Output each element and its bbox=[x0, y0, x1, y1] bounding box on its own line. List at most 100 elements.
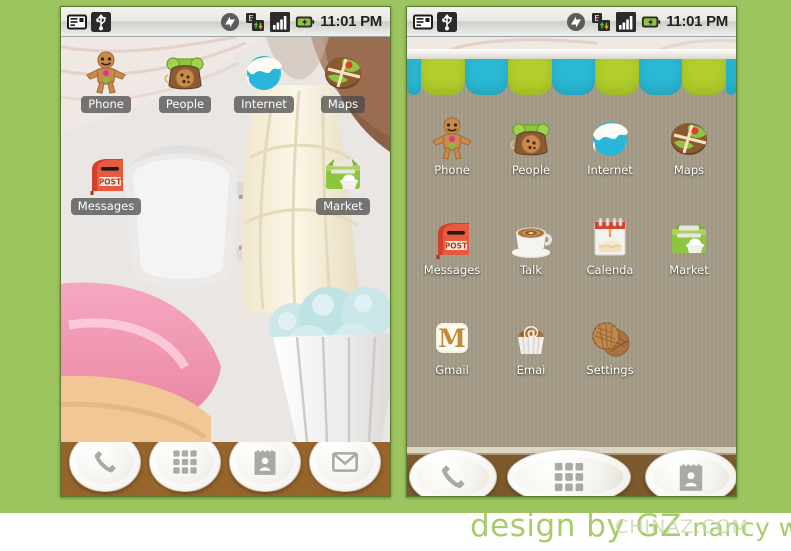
app-label: Messages bbox=[423, 263, 481, 277]
svg-text:M: M bbox=[438, 324, 466, 353]
app-label: Settings bbox=[586, 363, 634, 377]
signal-bars-icon bbox=[616, 11, 637, 32]
sync-icon bbox=[221, 12, 240, 31]
red-mailbox-icon: POST bbox=[411, 209, 493, 261]
app-label: Market bbox=[669, 263, 709, 277]
scallop bbox=[638, 59, 683, 95]
status-bar-left: E 11:01 PM bbox=[61, 7, 390, 37]
app-label: Messages bbox=[70, 198, 142, 215]
app-phone-right[interactable]: Phone bbox=[411, 109, 493, 179]
app-grid-icon bbox=[173, 450, 197, 474]
app-label: Maps bbox=[320, 96, 366, 113]
status-icons-left bbox=[61, 11, 111, 32]
cookie-map-icon bbox=[648, 109, 730, 161]
app-drawer-right: Phone People Internet Maps POST Messages… bbox=[407, 37, 736, 447]
contacts-card-icon bbox=[679, 464, 703, 491]
app-market-right[interactable]: Market bbox=[648, 209, 730, 279]
marshmallow-m-icon: M bbox=[411, 309, 493, 361]
scallop bbox=[682, 59, 727, 95]
app-calendar-right[interactable]: Calenda bbox=[569, 209, 651, 279]
app-label: Calenda bbox=[586, 263, 634, 277]
usb-icon bbox=[91, 11, 111, 32]
status-clock: 11:01 PM bbox=[666, 13, 728, 30]
at-cupcake-icon: @ bbox=[490, 309, 572, 361]
scalloped-valance bbox=[407, 59, 736, 103]
app-internet-right[interactable]: Internet bbox=[569, 109, 651, 179]
app-messages-right[interactable]: POST Messages bbox=[411, 209, 493, 279]
coffee-cup-icon bbox=[490, 209, 572, 261]
green-cake-box-icon bbox=[302, 145, 384, 197]
phone-screen-right: E 11:01 PM Phone People Internet Maps PO… bbox=[406, 6, 737, 497]
app-maps-right[interactable]: Maps bbox=[648, 109, 730, 179]
app-label: Phone bbox=[81, 96, 131, 113]
green-cake-box-icon bbox=[648, 209, 730, 261]
gingerbread-man-icon bbox=[65, 43, 147, 95]
gingerbread-man-icon bbox=[411, 109, 493, 161]
phone-screen-left: E 11:01 PM Phone People Internet Maps PO… bbox=[60, 6, 391, 497]
svg-text:POST: POST bbox=[99, 177, 122, 186]
scallop bbox=[595, 59, 639, 95]
scallop bbox=[421, 59, 465, 95]
scallop bbox=[464, 59, 509, 95]
dock-all-apps-right[interactable] bbox=[507, 449, 631, 496]
red-mailbox-icon: POST bbox=[65, 145, 147, 197]
app-label: Phone bbox=[434, 163, 470, 177]
scallop bbox=[551, 59, 596, 95]
battery-charging-icon bbox=[642, 16, 661, 27]
scallop bbox=[407, 59, 421, 95]
sim-card-icon bbox=[67, 14, 87, 29]
svg-text:POST: POST bbox=[445, 241, 468, 250]
status-clock: 11:01 PM bbox=[320, 13, 382, 30]
app-label: People bbox=[511, 163, 551, 177]
site-watermark: CHINAZ.COM bbox=[615, 516, 750, 538]
envelope-icon bbox=[332, 452, 358, 472]
app-messages-left[interactable]: POST Messages bbox=[65, 145, 147, 215]
wallpaper-left: Phone People Internet Maps POST Messages… bbox=[61, 37, 390, 442]
app-label: People bbox=[158, 96, 212, 113]
status-bar-right: E 11:01 PM bbox=[407, 7, 736, 37]
contacts-card-icon bbox=[254, 450, 276, 475]
sync-icon bbox=[567, 12, 586, 31]
status-icons-right: E 11:01 PM bbox=[566, 11, 736, 32]
app-label: Talk bbox=[519, 263, 543, 277]
app-email-right[interactable]: @ Emai bbox=[490, 309, 572, 379]
phone-handset-icon bbox=[94, 451, 116, 473]
status-icons-left bbox=[407, 11, 457, 32]
cookie-telephone-icon bbox=[490, 109, 572, 161]
app-phone-left[interactable]: Phone bbox=[65, 43, 147, 113]
dock-dialer-right[interactable] bbox=[409, 449, 497, 496]
scallop bbox=[726, 59, 736, 95]
data-transfer-icon: E bbox=[592, 12, 611, 31]
frosted-globe-icon bbox=[569, 109, 651, 161]
app-talk-right[interactable]: Talk bbox=[490, 209, 572, 279]
dock-right bbox=[407, 447, 736, 496]
app-people-left[interactable]: People bbox=[144, 43, 226, 113]
data-transfer-icon: E bbox=[246, 12, 265, 31]
app-maps-left[interactable]: Maps bbox=[302, 43, 384, 113]
app-label: Gmail bbox=[435, 363, 469, 377]
app-label: Emai bbox=[516, 363, 546, 377]
app-gmail-right[interactable]: M Gmail bbox=[411, 309, 493, 379]
app-label: Market bbox=[316, 198, 370, 215]
app-label: Maps bbox=[673, 163, 705, 177]
app-grid-icon bbox=[554, 462, 584, 492]
scallop bbox=[508, 59, 552, 95]
app-market-left[interactable]: Market bbox=[302, 145, 384, 215]
cookie-telephone-icon bbox=[144, 43, 226, 95]
sim-card-icon bbox=[413, 14, 433, 29]
app-people-right[interactable]: People bbox=[490, 109, 572, 179]
usb-icon bbox=[437, 11, 457, 32]
calendar-cake-icon bbox=[569, 209, 651, 261]
battery-charging-icon bbox=[296, 16, 315, 27]
app-internet-left[interactable]: Internet bbox=[223, 43, 305, 113]
frosted-globe-icon bbox=[223, 43, 305, 95]
dock-contacts-right[interactable] bbox=[645, 449, 736, 496]
app-label: Internet bbox=[234, 96, 294, 113]
cookies-stack-icon bbox=[569, 309, 651, 361]
status-icons-right: E 11:01 PM bbox=[220, 11, 390, 32]
signature-prefix: design by bbox=[470, 508, 636, 544]
cookie-map-icon bbox=[302, 43, 384, 95]
app-settings-right[interactable]: Settings bbox=[569, 309, 651, 379]
phone-handset-icon bbox=[441, 465, 465, 489]
signal-bars-icon bbox=[270, 11, 291, 32]
